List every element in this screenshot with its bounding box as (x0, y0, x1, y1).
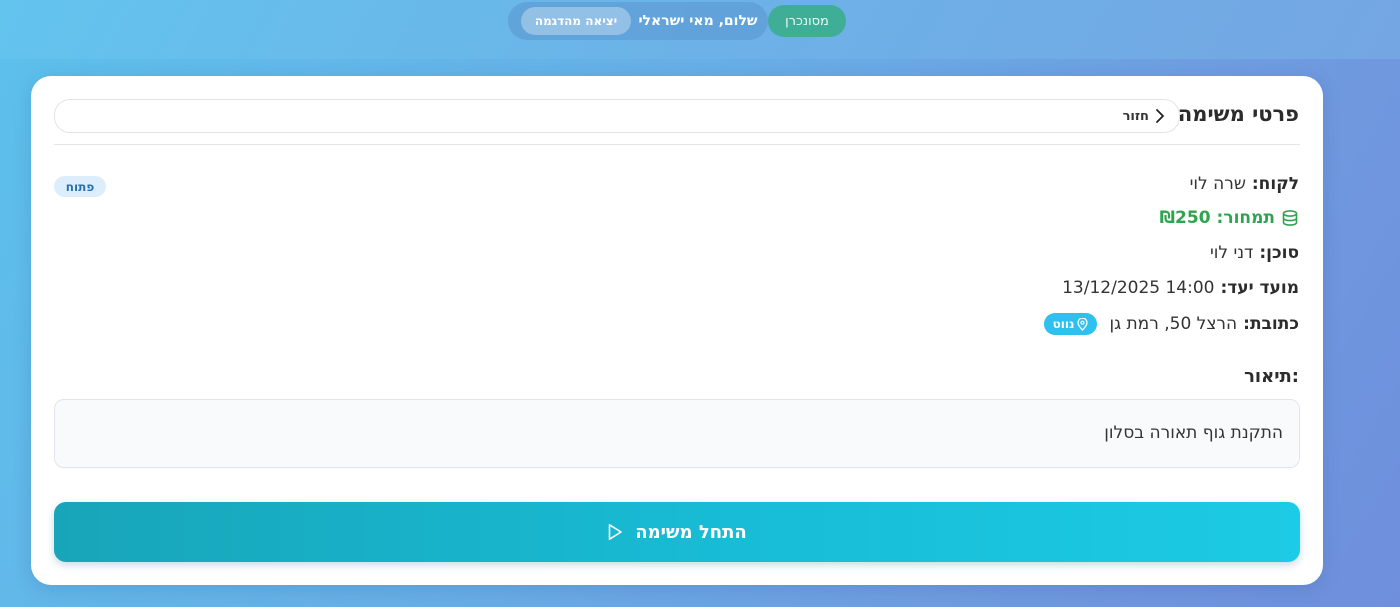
back-button[interactable]: חזור (1123, 106, 1165, 126)
play-icon (607, 523, 623, 541)
navigate-label: נווט (1052, 317, 1075, 331)
description-label: תיאור: (1244, 366, 1299, 387)
agent-row: סוכן: דני לוי (1210, 243, 1299, 263)
exit-demo-button[interactable]: יציאה מהדגמה (521, 7, 631, 35)
task-details-card: חזור פרטי משימה פתוח לקוח: שרה לוי תמחור… (31, 76, 1323, 585)
agent-label: סוכן: (1259, 243, 1299, 263)
status-badge: פתוח (54, 176, 106, 197)
back-label: חזור (1122, 108, 1149, 124)
start-task-button[interactable]: התחל משימה (54, 502, 1300, 562)
customer-value: שרה לוי (1189, 174, 1246, 194)
deadline-value: 13/12/2025 14:00 (1062, 278, 1215, 298)
back-chevron-icon (1155, 109, 1165, 123)
agent-value: דני לוי (1209, 243, 1254, 263)
start-task-label: התחל משימה (635, 521, 747, 543)
address-row: כתובת: הרצל 50, רמת גן נווט (1043, 313, 1299, 335)
deadline-row: מועד יעד: 13/12/2025 14:00 (1062, 278, 1299, 298)
map-pin-icon (1077, 317, 1089, 331)
deadline-label: מועד יעד: (1220, 278, 1300, 298)
divider (54, 144, 1300, 145)
address-label: כתובת: (1243, 314, 1299, 334)
revenue-row: תמחור: ₪250 (1160, 208, 1299, 228)
user-greeting: שלום, מאי ישראלי (638, 13, 758, 29)
navigate-button[interactable]: נווט (1043, 313, 1098, 335)
back-bar: חזור (54, 99, 1180, 133)
coins-icon (1281, 209, 1299, 227)
customer-row: לקוח: שרה לוי (1190, 174, 1299, 194)
description-text: התקנת גוף תאורה בסלון (1104, 423, 1283, 443)
revenue-label: תמחור: (1216, 208, 1275, 228)
revenue-value: ₪250 (1159, 208, 1211, 228)
address-value: הרצל 50, רמת גן (1109, 314, 1238, 334)
page-title: פרטי משימה (1177, 102, 1299, 126)
sync-status-badge: מסונכרן (768, 5, 846, 37)
customer-label: לקוח: (1251, 174, 1299, 194)
description-box: התקנת גוף תאורה בסלון (54, 399, 1300, 468)
